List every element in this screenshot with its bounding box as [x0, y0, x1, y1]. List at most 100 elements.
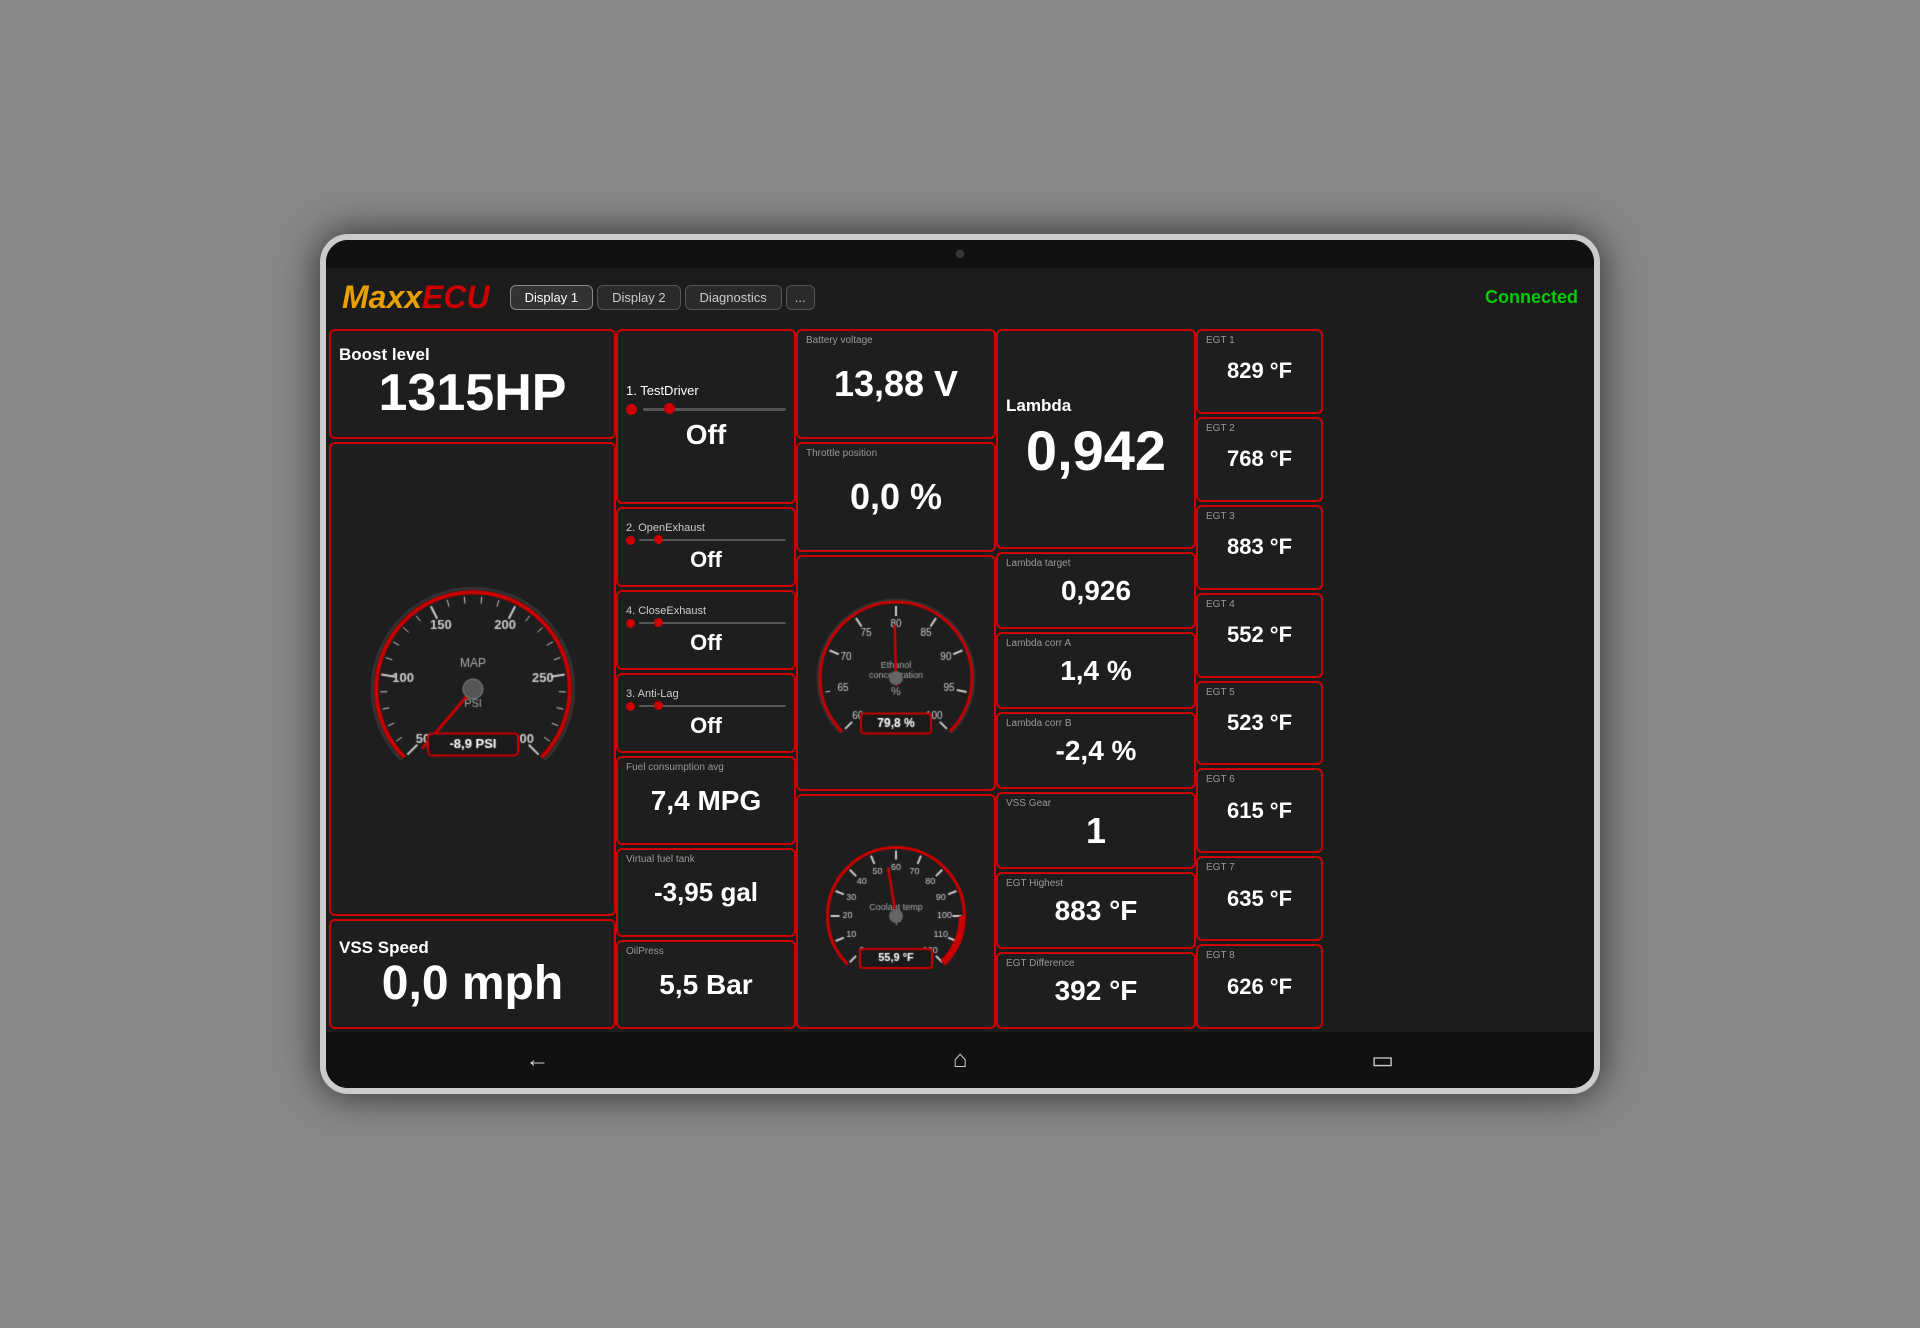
egt1-label: EGT 1: [1206, 335, 1235, 346]
vss-gear-label: VSS Gear: [1006, 798, 1051, 809]
map-gauge-cell: [329, 442, 616, 916]
egt3-cell: EGT 3 883 °F: [1196, 505, 1323, 590]
anti-lag-state: Off: [690, 713, 722, 739]
egt4-value: 552 °F: [1227, 622, 1292, 648]
anti-lag-cell: 3. Anti-Lag Off: [616, 673, 796, 753]
logo-ecu: ECU: [422, 279, 490, 315]
oil-press-label: OilPress: [626, 946, 664, 957]
vss-speed-value: 0,0 mph: [382, 956, 563, 1011]
tab-display2[interactable]: Display 2: [597, 285, 680, 310]
egt-highest-cell: EGT Highest 883 °F: [996, 872, 1196, 949]
oil-press-value: 5,5 Bar: [659, 969, 752, 1001]
egt7-cell: EGT 7 635 °F: [1196, 856, 1323, 941]
fuel-consumption-label: Fuel consumption avg: [626, 762, 724, 773]
test-driver-label: 1. TestDriver: [626, 383, 699, 398]
close-exhaust-cell: 4. CloseExhaust Off: [616, 590, 796, 670]
egt2-label: EGT 2: [1206, 423, 1235, 434]
open-exhaust-dot: [626, 536, 635, 545]
column-2: 1. TestDriver Off 2. OpenExhaust: [616, 326, 796, 1032]
tab-diagnostics[interactable]: Diagnostics: [685, 285, 782, 310]
ethanol-gauge-canvas: [801, 573, 991, 773]
close-exhaust-state: Off: [690, 630, 722, 656]
open-exhaust-state: Off: [690, 547, 722, 573]
lambda-title: Lambda: [1006, 396, 1071, 416]
tablet-device: MaxxECU Display 1 Display 2 Diagnostics …: [320, 234, 1600, 1094]
egt-difference-label: EGT Difference: [1006, 958, 1075, 969]
nav-recent-button[interactable]: ▭: [1353, 1040, 1413, 1080]
coolant-gauge-canvas: [801, 821, 991, 1001]
anti-lag-label: 3. Anti-Lag: [626, 688, 679, 700]
fuel-consumption-cell: Fuel consumption avg 7,4 MPG: [616, 756, 796, 845]
egt2-cell: EGT 2 768 °F: [1196, 417, 1323, 502]
egt7-label: EGT 7: [1206, 862, 1235, 873]
virtual-fuel-tank-cell: Virtual fuel tank -3,95 gal: [616, 848, 796, 937]
egt-difference-value: 392 °F: [1055, 975, 1138, 1007]
ethanol-gauge-cell: [796, 555, 996, 791]
coolant-gauge-cell: [796, 794, 996, 1030]
lambda-corr-a-value: 1,4 %: [1060, 655, 1132, 687]
tab-more[interactable]: ...: [786, 285, 815, 310]
open-exhaust-label: 2. OpenExhaust: [626, 522, 705, 534]
app-logo: MaxxECU: [342, 279, 490, 316]
egt6-value: 615 °F: [1227, 798, 1292, 824]
egt1-cell: EGT 1 829 °F: [1196, 329, 1323, 414]
egt4-label: EGT 4: [1206, 599, 1235, 610]
lambda-target-value: 0,926: [1061, 575, 1131, 607]
lambda-corr-b-cell: Lambda corr B -2,4 %: [996, 712, 1196, 789]
fuel-consumption-value: 7,4 MPG: [651, 785, 761, 817]
tablet-top-bar: [326, 240, 1594, 268]
boost-cell: Boost level 1315HP: [329, 329, 616, 439]
lambda-value: 0,942: [1026, 418, 1166, 483]
egt2-value: 768 °F: [1227, 446, 1292, 472]
battery-voltage-cell: Battery voltage 13,88 V: [796, 329, 996, 439]
column-4: Lambda 0,942 Lambda target 0,926 Lambda …: [996, 326, 1196, 1032]
close-exhaust-handle: [654, 618, 663, 627]
virtual-fuel-tank-label: Virtual fuel tank: [626, 854, 695, 865]
vss-gear-cell: VSS Gear 1: [996, 792, 1196, 869]
lambda-corr-a-label: Lambda corr A: [1006, 638, 1071, 649]
boost-title: Boost level: [339, 345, 430, 365]
egt-column: EGT 1 829 °F EGT 2 768 °F EGT 3 883 °F E…: [1196, 326, 1326, 1032]
lambda-target-cell: Lambda target 0,926: [996, 552, 1196, 629]
nav-back-button[interactable]: ←: [507, 1040, 567, 1080]
anti-lag-handle: [654, 701, 663, 710]
header: MaxxECU Display 1 Display 2 Diagnostics …: [326, 268, 1594, 326]
anti-lag-dot: [626, 702, 635, 711]
egt3-value: 883 °F: [1227, 534, 1292, 560]
egt5-value: 523 °F: [1227, 710, 1292, 736]
close-exhaust-label: 4. CloseExhaust: [626, 605, 706, 617]
test-driver-handle: [664, 403, 675, 414]
oil-press-cell: OilPress 5,5 Bar: [616, 940, 796, 1029]
tab-bar: Display 1 Display 2 Diagnostics ...: [510, 285, 1485, 310]
battery-voltage-value: 13,88 V: [834, 363, 958, 405]
test-driver-dot: [626, 404, 637, 415]
open-exhaust-handle: [654, 535, 663, 544]
egt8-cell: EGT 8 626 °F: [1196, 944, 1323, 1029]
tab-display1[interactable]: Display 1: [510, 285, 593, 310]
vss-speed-cell: VSS Speed 0,0 mph: [329, 919, 616, 1029]
camera-dot: [956, 250, 964, 258]
test-driver-state: Off: [686, 419, 726, 451]
egt8-value: 626 °F: [1227, 974, 1292, 1000]
throttle-position-cell: Throttle position 0,0 %: [796, 442, 996, 552]
vss-speed-title: VSS Speed: [339, 938, 429, 958]
lambda-corr-b-value: -2,4 %: [1056, 735, 1137, 767]
nav-home-button[interactable]: ⌂: [930, 1040, 990, 1080]
egt5-cell: EGT 5 523 °F: [1196, 681, 1323, 766]
close-exhaust-dot: [626, 619, 635, 628]
throttle-position-label: Throttle position: [806, 448, 877, 459]
egt6-cell: EGT 6 615 °F: [1196, 768, 1323, 853]
lambda-corr-b-label: Lambda corr B: [1006, 718, 1072, 729]
map-gauge-canvas: [338, 559, 608, 799]
open-exhaust-cell: 2. OpenExhaust Off: [616, 507, 796, 587]
egt7-value: 635 °F: [1227, 886, 1292, 912]
battery-voltage-label: Battery voltage: [806, 335, 873, 346]
throttle-position-value: 0,0 %: [850, 476, 942, 518]
test-driver-cell: 1. TestDriver Off: [616, 329, 796, 504]
vss-gear-value: 1: [1086, 810, 1106, 852]
bottom-nav-bar: ← ⌂ ▭: [326, 1032, 1594, 1088]
egt4-cell: EGT 4 552 °F: [1196, 593, 1323, 678]
egt-difference-cell: EGT Difference 392 °F: [996, 952, 1196, 1029]
egt3-label: EGT 3: [1206, 511, 1235, 522]
lambda-corr-a-cell: Lambda corr A 1,4 %: [996, 632, 1196, 709]
